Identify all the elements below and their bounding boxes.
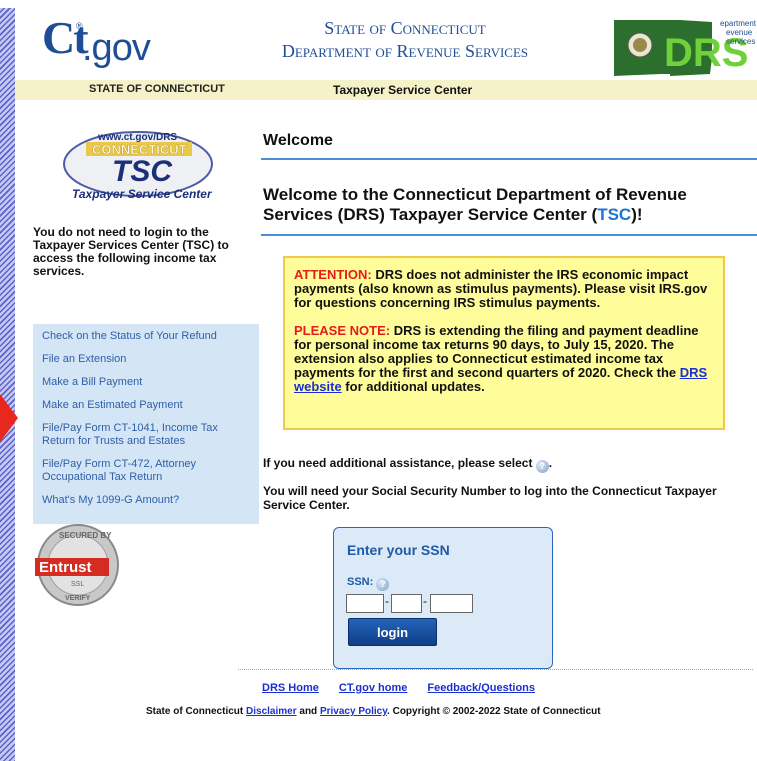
sidebar: www.ct.gov/DRS CONNECTICUT TSC Taxpayer … (15, 100, 259, 700)
ssn-instruction: You will need your Social Security Numbe… (263, 484, 717, 512)
footer-link-ctgov-home[interactable]: CT.gov home (339, 682, 407, 694)
footer-link-drs-home[interactable]: DRS Home (262, 682, 319, 694)
svg-text:SSL: SSL (71, 581, 84, 588)
notice-box: ATTENTION: DRS does not administer the I… (283, 256, 725, 430)
svg-text:Entrust: Entrust (39, 559, 92, 576)
divider (261, 234, 757, 236)
agency-title-line1: State of Connecticut (324, 18, 486, 38)
ssn-part2-input[interactable] (391, 594, 422, 613)
subbar-tsc-label: Taxpayer Service Center (333, 83, 473, 97)
assistance-text: If you need additional assistance, pleas… (263, 456, 553, 473)
svg-text:TSC: TSC (112, 155, 173, 188)
ssn-label: SSN: ? (347, 576, 390, 591)
footer-link-feedback[interactable]: Feedback/Questions (427, 682, 535, 694)
drs-logo[interactable]: DRS epartment of evenue services (600, 14, 757, 84)
sidebar-item-file-extension[interactable]: File an Extension (42, 353, 247, 366)
tsc-abbrev: TSC (597, 205, 632, 224)
ssn-box-title: Enter your SSN (347, 542, 450, 558)
left-decorative-strip (0, 0, 15, 761)
privacy-policy-link[interactable]: Privacy Policy (320, 706, 387, 717)
svg-text:VERIFY: VERIFY (65, 595, 91, 602)
ct-gov-logo[interactable]: Ct ® .gov (42, 12, 151, 75)
ssn-login-box: Enter your SSN SSN: ? - - login (333, 527, 553, 669)
svg-text:evenue: evenue (726, 28, 753, 37)
attention-notice: ATTENTION: DRS does not administer the I… (294, 267, 708, 310)
footer-copyright: State of Connecticut Disclaimer and Priv… (146, 706, 601, 717)
tsc-logo: www.ct.gov/DRS CONNECTICUT TSC Taxpayer … (60, 126, 215, 211)
svg-text:services: services (726, 37, 755, 46)
sidebar-item-ct-472[interactable]: File/Pay Form CT-472, Attorney Occupatio… (42, 458, 247, 484)
agency-title: State of Connecticut Department of Reven… (235, 17, 575, 63)
help-icon[interactable]: ? (535, 460, 549, 473)
sidebar-item-1099g[interactable]: What's My 1099-G Amount? (42, 494, 247, 507)
divider (261, 158, 757, 160)
disclaimer-link[interactable]: Disclaimer (246, 706, 297, 717)
ssn-help-icon[interactable]: ? (376, 578, 390, 591)
svg-text:Taxpayer Service Center: Taxpayer Service Center (72, 187, 213, 201)
entrust-ssl-seal[interactable]: SECURED BY Entrust SSL VERIFY (33, 520, 123, 615)
sidebar-item-ct-1041[interactable]: File/Pay Form CT-1041, Income Tax Return… (42, 422, 247, 448)
sidebar-item-bill-payment[interactable]: Make a Bill Payment (42, 376, 247, 389)
svg-text:epartment of: epartment of (720, 19, 757, 28)
footer-divider (238, 669, 753, 670)
sidebar-item-check-refund[interactable]: Check on the Status of Your Refund (42, 330, 247, 343)
svg-text:SECURED BY: SECURED BY (59, 531, 112, 540)
header-subbar: STATE OF CONNECTICUT Taxpayer Service Ce… (15, 80, 757, 100)
login-button[interactable]: login (348, 618, 437, 646)
sidebar-nav: Check on the Status of Your Refund File … (33, 324, 259, 524)
please-note-notice: PLEASE NOTE: DRS is extending the filing… (294, 323, 708, 394)
page-title: Welcome (263, 132, 333, 149)
subbar-state-label: STATE OF CONNECTICUT (89, 83, 225, 95)
welcome-heading: Welcome to the Connecticut Department of… (263, 185, 687, 224)
agency-title-line2: Department of Revenue Services (281, 41, 529, 61)
footer-links: DRS Home CT.gov home Feedback/Questions (262, 682, 552, 694)
ssn-part1-input[interactable] (346, 594, 384, 613)
sidebar-intro-text: You do not need to login to the Taxpayer… (33, 225, 229, 278)
ssn-part3-input[interactable] (430, 594, 473, 613)
sidebar-item-estimated-payment[interactable]: Make an Estimated Payment (42, 399, 247, 412)
